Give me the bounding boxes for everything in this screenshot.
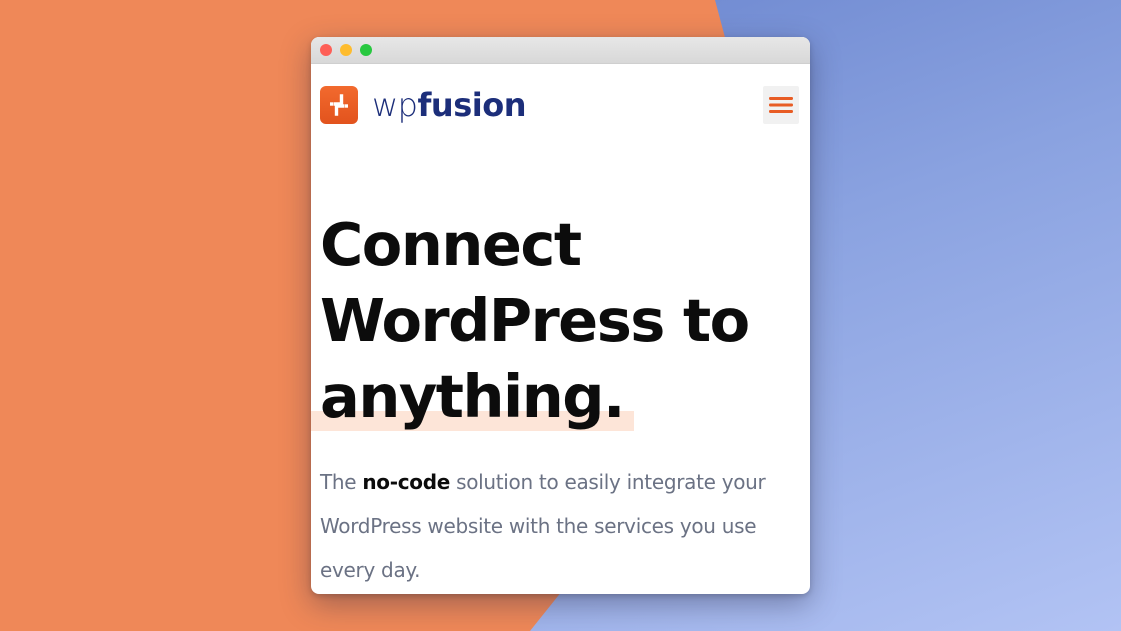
wp-fusion-logo-mark-icon bbox=[320, 86, 358, 124]
headline-line-3: anything. bbox=[311, 359, 800, 435]
hero-subtitle: The no-code solution to easily integrate… bbox=[320, 460, 800, 592]
logo-glyph-icon bbox=[330, 94, 348, 116]
logo-wordmark: wpfusion bbox=[372, 89, 526, 121]
hero-headline: Connect WordPress to anything. bbox=[311, 207, 800, 435]
headline-line-1: Connect bbox=[320, 210, 582, 279]
browser-window: wpfusion Connect WordPress to anything. … bbox=[311, 37, 810, 594]
window-minimize-button[interactable] bbox=[340, 44, 352, 56]
hero-section: Connect WordPress to anything. The no-co… bbox=[311, 207, 800, 592]
logo-text-fusion: fusion bbox=[417, 86, 526, 124]
site-logo-link[interactable]: wpfusion bbox=[320, 86, 526, 124]
menu-toggle-button[interactable] bbox=[763, 86, 799, 124]
window-close-button[interactable] bbox=[320, 44, 332, 56]
subtitle-bold: no-code bbox=[362, 470, 451, 494]
window-maximize-button[interactable] bbox=[360, 44, 372, 56]
site-header: wpfusion bbox=[311, 64, 810, 148]
logo-text-wp: wp bbox=[372, 86, 418, 124]
headline-highlight: anything. bbox=[311, 359, 634, 435]
browser-titlebar bbox=[311, 37, 810, 64]
headline-line-2: WordPress to bbox=[320, 286, 750, 355]
hamburger-menu-icon bbox=[769, 97, 793, 113]
subtitle-pre: The bbox=[320, 470, 363, 494]
